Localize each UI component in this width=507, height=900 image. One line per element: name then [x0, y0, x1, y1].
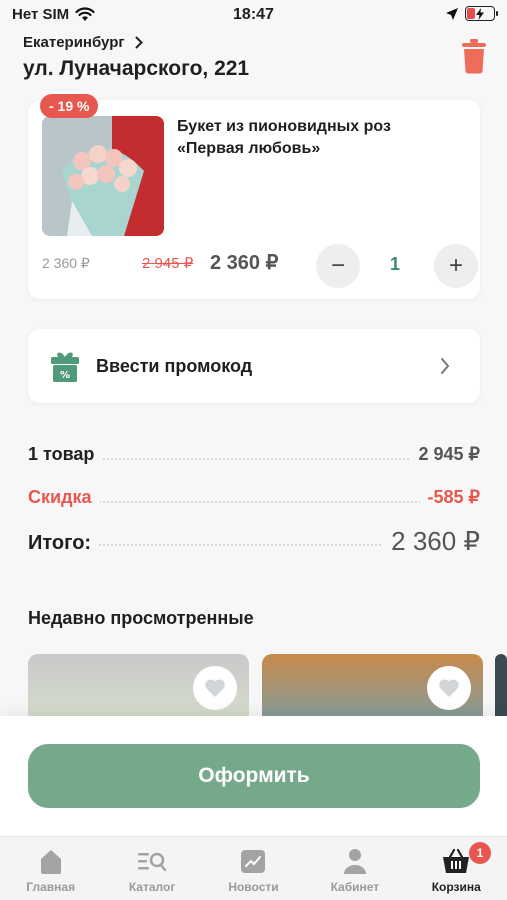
city-label: Екатеринбург: [23, 34, 125, 51]
trash-icon[interactable]: [461, 38, 487, 74]
cart-item-card: - 19 % Букет из пионовидных роз «Первая …: [28, 94, 480, 299]
gift-icon: %: [51, 352, 79, 382]
bouquet-image: [42, 116, 164, 236]
quantity-value: 1: [390, 254, 401, 274]
tab-label: Главная: [26, 880, 76, 894]
charging-bolt-icon: [476, 7, 484, 20]
items-count-label: 1 товар: [28, 444, 103, 465]
tab-bar: Главная Каталог Новости Кабинет Корзина …: [0, 836, 507, 900]
price-row: 2 360 ₽ 2 945 ₽ 2 360 ₽ − 1 +: [42, 244, 478, 288]
tab-catalog[interactable]: Каталог: [101, 837, 202, 900]
old-price: 2 945 ₽: [142, 255, 194, 272]
city-selector[interactable]: Екатеринбург: [23, 34, 143, 51]
cart-icon: [443, 848, 470, 873]
checkout-panel: Оформить: [0, 716, 507, 836]
tab-home[interactable]: Главная: [0, 837, 101, 900]
tab-news[interactable]: Новости: [203, 837, 304, 900]
increase-quantity-button[interactable]: +: [434, 244, 478, 288]
profile-icon: [343, 849, 366, 874]
new-price: 2 360 ₽: [210, 252, 279, 274]
address[interactable]: ул. Луначарского, 221: [23, 57, 249, 81]
chevron-right-icon: [441, 358, 450, 374]
status-right: [445, 6, 498, 21]
product-title[interactable]: Букет из пионовидных роз «Первая любовь»: [177, 116, 457, 160]
tab-profile[interactable]: Кабинет: [304, 837, 405, 900]
unit-price: 2 360 ₽: [42, 255, 90, 271]
battery-icon: [465, 6, 498, 21]
items-total-value: 2 945 ₽: [410, 444, 480, 465]
total-label: Итого:: [28, 532, 100, 555]
clock: 18:47: [233, 6, 274, 23]
recent-section-title: Недавно просмотренные: [28, 608, 254, 628]
summary-discount-row: Скидка -585 ₽: [28, 483, 480, 526]
tab-label: Каталог: [128, 880, 176, 894]
checkout-button[interactable]: Оформить: [28, 744, 480, 808]
tab-label: Новости: [228, 880, 279, 894]
discount-value: -585 ₽: [419, 487, 480, 508]
order-summary: 1 товар 2 945 ₽ Скидка -585 ₽ Итого: 2 3…: [28, 440, 480, 569]
promo-code-button[interactable]: % Ввести промокод: [28, 329, 480, 403]
heart-icon: [439, 679, 459, 697]
product-image[interactable]: [42, 116, 164, 236]
summary-items-row: 1 товар 2 945 ₽: [28, 440, 480, 483]
summary-total-row: Итого: 2 360 ₽: [28, 526, 480, 569]
home-icon: [40, 850, 61, 874]
catalog-icon: [138, 852, 167, 872]
decrease-quantity-button[interactable]: −: [316, 244, 360, 288]
tab-label: Корзина: [431, 880, 481, 894]
battery-fill: [467, 8, 475, 19]
promo-label: Ввести промокод: [96, 356, 253, 376]
favorite-button[interactable]: [193, 666, 237, 710]
total-value: 2 360 ₽: [383, 526, 480, 557]
chevron-right-icon: [135, 36, 143, 49]
discount-label: Скидка: [28, 487, 100, 508]
heart-icon: [205, 679, 225, 697]
location-arrow-icon: [446, 7, 458, 20]
news-icon: [241, 850, 266, 873]
status-bar: Нет SIM 18:47: [0, 0, 507, 34]
tab-cart[interactable]: Корзина 1: [406, 837, 507, 900]
svg-text:%: %: [60, 370, 70, 381]
tab-label: Кабинет: [330, 880, 380, 894]
cart-count-badge: 1: [468, 842, 491, 864]
favorite-button[interactable]: [427, 666, 471, 710]
discount-badge: - 19 %: [40, 94, 99, 118]
